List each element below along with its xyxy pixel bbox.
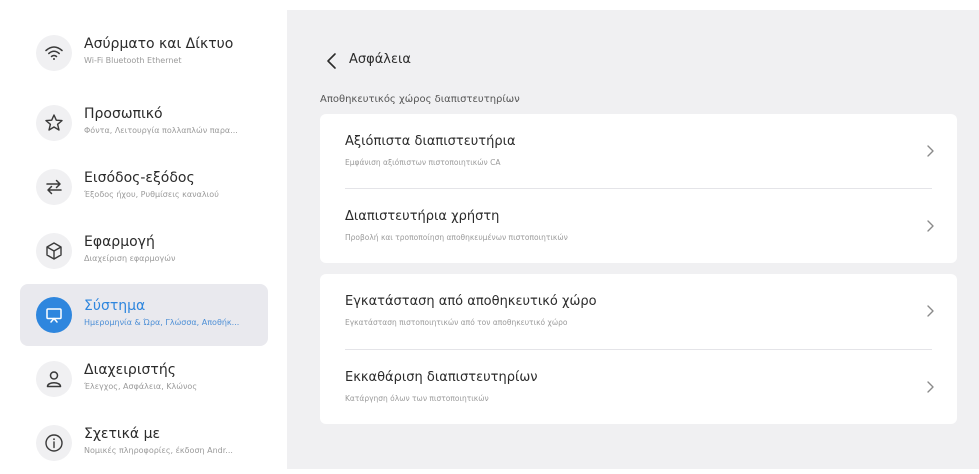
clear-credentials-row[interactable]: Εκκαθάριση διαπιστευτηρίων Κατάργηση όλω…	[320, 350, 957, 424]
chevron-right-icon	[927, 305, 934, 317]
section-title: Αποθηκευτικός χώρος διαπιστευτηρίων	[320, 94, 520, 105]
page-title: Ασφάλεια	[349, 52, 411, 67]
row-subtitle: Εμφάνιση αξιόπιστων πιστοποιητικών CA	[345, 158, 501, 167]
install-from-storage-row[interactable]: Εγκατάσταση από αποθηκευτικό χώρο Εγκατά…	[320, 274, 957, 348]
storage-card: Εγκατάσταση από αποθηκευτικό χώρο Εγκατά…	[320, 274, 957, 424]
row-title: Αξιόπιστα διαπιστευτήρια	[345, 134, 516, 149]
row-subtitle: Κατάργηση όλων των πιστοποιητικών	[345, 394, 489, 403]
sidebar-item-system[interactable]: Σύστημα Ημερομηνία & Ώρα, Γλώσσα, Αποθήκ…	[20, 284, 268, 346]
sidebar-item-title: Σχετικά με	[84, 426, 161, 442]
info-icon	[36, 425, 72, 461]
row-title: Διαπιστευτήρια χρήστη	[345, 209, 500, 224]
chevron-right-icon	[927, 220, 934, 232]
sidebar-item-subtitle: Ημερομηνία & Ώρα, Γλώσσα, Αποθήκ...	[84, 318, 240, 327]
swap-icon	[36, 169, 72, 205]
sidebar-item-title: Εφαρμογή	[84, 234, 155, 250]
sidebar-item-wireless[interactable]: Ασύρματο και Δίκτυο Wi-Fi Bluetooth Ethe…	[20, 22, 268, 84]
sidebar-item-subtitle: Νομικές πληροφορίες, έκδοση Andr...	[84, 446, 233, 455]
settings-window: Ασύρματο και Δίκτυο Wi-Fi Bluetooth Ethe…	[0, 0, 979, 469]
chevron-left-icon	[327, 53, 336, 69]
sidebar-item-personal[interactable]: Προσωπικό Φόντα, Λειτουργία πολλαπλών πα…	[20, 92, 268, 154]
sidebar-item-subtitle: Έλεγχος, Ασφάλεια, Κλώνος	[84, 382, 198, 391]
trusted-credentials-row[interactable]: Αξιόπιστα διαπιστευτήρια Εμφάνιση αξιόπι…	[320, 114, 957, 188]
row-subtitle: Εγκατάσταση πιστοποιητικών από τον αποθη…	[345, 318, 568, 327]
sidebar-item-input-output[interactable]: Εισόδος-εξόδος Έξοδος ήχου, Ρυθμίσεις κα…	[20, 156, 268, 218]
back-button[interactable]: Ασφάλεια	[325, 50, 425, 72]
chevron-right-icon	[927, 145, 934, 157]
monitor-icon	[36, 297, 72, 333]
wifi-icon	[36, 35, 72, 71]
sidebar-item-title: Σύστημα	[84, 298, 146, 314]
sidebar-item-apps[interactable]: Εφαρμογή Διαχείριση εφαρμογών	[20, 220, 268, 282]
sidebar-item-administrator[interactable]: Διαχειριστής Έλεγχος, Ασφάλεια, Κλώνος	[20, 348, 268, 410]
sidebar-item-title: Προσωπικό	[84, 106, 163, 122]
sidebar-item-subtitle: Φόντα, Λειτουργία πολλαπλών παρα...	[84, 126, 238, 135]
row-subtitle: Προβολή και τροποποίηση αποθηκευμένων πι…	[345, 233, 568, 242]
sidebar-item-subtitle: Wi-Fi Bluetooth Ethernet	[84, 56, 182, 65]
cube-icon	[36, 233, 72, 269]
sidebar-item-title: Ασύρματο και Δίκτυο	[84, 36, 234, 52]
sidebar-item-title: Εισόδος-εξόδος	[84, 170, 195, 186]
row-title: Εγκατάσταση από αποθηκευτικό χώρο	[345, 294, 597, 309]
star-icon	[36, 105, 72, 141]
sidebar-item-subtitle: Έξοδος ήχου, Ρυθμίσεις καναλιού	[84, 190, 219, 199]
sidebar-item-about[interactable]: Σχετικά με Νομικές πληροφορίες, έκδοση A…	[20, 412, 268, 474]
row-title: Εκκαθάριση διαπιστευτηρίων	[345, 370, 538, 385]
chevron-right-icon	[927, 381, 934, 393]
user-credentials-row[interactable]: Διαπιστευτήρια χρήστη Προβολή και τροποπ…	[320, 189, 957, 263]
sidebar-item-subtitle: Διαχείριση εφαρμογών	[84, 254, 176, 263]
person-icon	[36, 361, 72, 397]
sidebar-item-title: Διαχειριστής	[84, 362, 176, 378]
top-band	[0, 0, 979, 10]
credentials-card: Αξιόπιστα διαπιστευτήρια Εμφάνιση αξιόπι…	[320, 114, 957, 263]
